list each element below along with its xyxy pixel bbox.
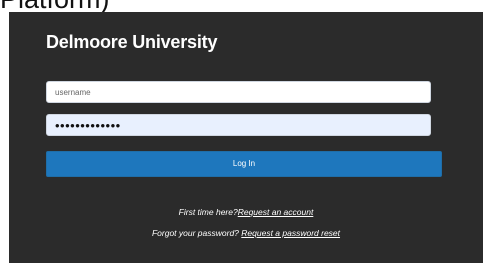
forgot-password-text: Forgot your password? bbox=[151, 228, 242, 238]
forgot-password-help-row: Forgot your password? Request a password… bbox=[9, 228, 483, 238]
login-page: Platform) Delmoore University Log In Fir… bbox=[0, 0, 483, 263]
username-input[interactable] bbox=[46, 81, 431, 103]
first-time-text: First time here? bbox=[178, 207, 238, 217]
university-title: Delmoore University bbox=[46, 32, 218, 52]
first-time-help-row: First time here?Request an account bbox=[9, 207, 483, 217]
login-panel: Delmoore University Log In First time he… bbox=[9, 12, 483, 263]
login-button[interactable]: Log In bbox=[46, 151, 442, 177]
password-reset-link[interactable]: Request a password reset bbox=[241, 228, 340, 238]
request-account-link[interactable]: Request an account bbox=[238, 207, 314, 217]
password-input[interactable] bbox=[46, 114, 431, 136]
